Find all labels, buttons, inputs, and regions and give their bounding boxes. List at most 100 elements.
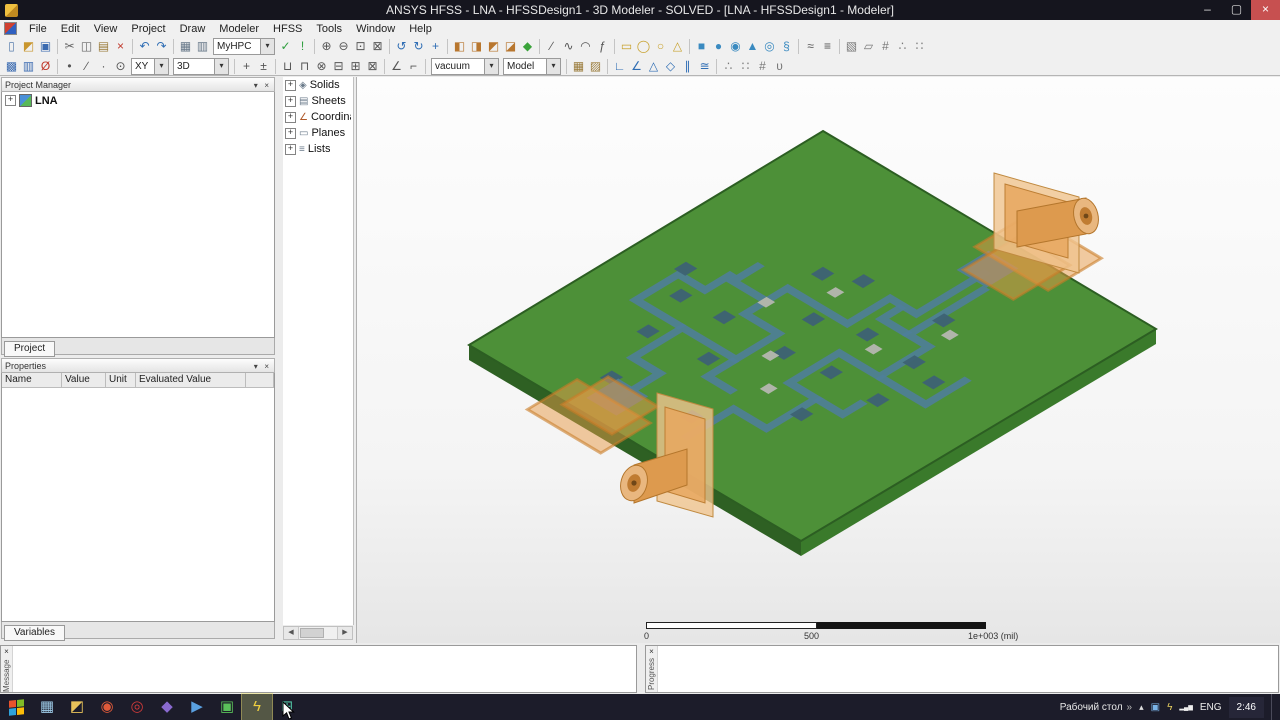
object-mode-combo[interactable]: Model ▾ xyxy=(503,58,561,75)
draw-rectangle-icon[interactable]: ▭ xyxy=(618,38,635,55)
snap-icon[interactable]: ∴ xyxy=(894,38,911,55)
browser-taskbar-icon[interactable]: ◎ xyxy=(122,694,152,720)
local-cs-icon[interactable]: ∟ xyxy=(611,58,628,75)
copy-icon[interactable]: ◫ xyxy=(78,38,95,55)
close-progress-icon[interactable]: × xyxy=(649,647,654,656)
menu-help[interactable]: Help xyxy=(402,22,439,36)
tab-variables[interactable]: Variables xyxy=(4,625,65,641)
column-unit[interactable]: Unit xyxy=(106,373,136,388)
grid-icon[interactable]: ∷ xyxy=(911,38,928,55)
orient-iso-icon[interactable]: ◆ xyxy=(519,38,536,55)
display-icon[interactable]: ▣ xyxy=(1151,702,1160,713)
thicken-sheet-icon[interactable]: ≡ xyxy=(819,38,836,55)
tree-item[interactable]: + ◈ Solids xyxy=(283,77,353,93)
menu-draw[interactable]: Draw xyxy=(173,22,213,36)
draw-helix-icon[interactable]: § xyxy=(778,38,795,55)
scroll-right-icon[interactable]: ▶ xyxy=(337,627,352,639)
menu-modeler[interactable]: Modeler xyxy=(212,22,266,36)
chrome-browser-taskbar-icon[interactable]: ◉ xyxy=(92,694,122,720)
global-cs-icon[interactable]: ∠ xyxy=(628,58,645,75)
dropdown-arrow-icon[interactable]: ▾ xyxy=(260,39,274,54)
draw-spline-icon[interactable]: ∿ xyxy=(560,38,577,55)
ruler-settings-icon[interactable]: # xyxy=(754,58,771,75)
select-face-icon[interactable]: • xyxy=(61,58,78,75)
surface-align-icon[interactable]: ≅ xyxy=(696,58,713,75)
delete-icon[interactable]: × xyxy=(112,38,129,55)
scrollbar-track[interactable] xyxy=(325,627,337,639)
orient-top-icon[interactable]: ◧ xyxy=(451,38,468,55)
material-combo[interactable]: vacuum ▾ xyxy=(431,58,499,75)
move-cs-icon[interactable]: + xyxy=(238,58,255,75)
edge-align-icon[interactable]: ∥ xyxy=(679,58,696,75)
plane-visibility-icon[interactable]: ▱ xyxy=(860,38,877,55)
menu-tools[interactable]: Tools xyxy=(309,22,349,36)
dropdown-arrow-icon[interactable]: ▾ xyxy=(154,59,168,74)
expand-icon[interactable]: + xyxy=(285,111,296,123)
dropdown-arrow-icon[interactable]: ▾ xyxy=(484,59,498,74)
task-view-taskbar-icon[interactable]: ▦ xyxy=(32,694,62,720)
analyze-all-icon[interactable]: ! xyxy=(294,38,311,55)
scrollbar-thumb[interactable] xyxy=(300,628,324,638)
measure-position-icon[interactable]: ∠ xyxy=(388,58,405,75)
snap-settings-icon[interactable]: ∴ xyxy=(720,58,737,75)
column-evaluated-value[interactable]: Evaluated Value xyxy=(136,373,246,388)
undo-icon[interactable]: ↶ xyxy=(136,38,153,55)
drawing-plane-combo[interactable]: XY ▾ xyxy=(131,58,169,75)
expand-icon[interactable]: + xyxy=(285,143,296,155)
panel-pin-icon[interactable]: ▾ xyxy=(252,81,260,90)
spin-view-icon[interactable]: ↻ xyxy=(410,38,427,55)
wireframe-display-icon[interactable]: ▥ xyxy=(20,58,37,75)
draw-line-icon[interactable]: ∕ xyxy=(543,38,560,55)
hidden-icons-chevron-icon[interactable]: ▴ xyxy=(1139,702,1144,713)
show-desktop-button[interactable] xyxy=(1271,694,1277,720)
start-button[interactable] xyxy=(0,694,32,720)
grid-display-icon[interactable]: ∷ xyxy=(737,58,754,75)
units-settings-icon[interactable]: υ xyxy=(771,58,788,75)
face-cs-icon[interactable]: △ xyxy=(645,58,662,75)
media-player-taskbar-icon[interactable]: ▶ xyxy=(182,694,212,720)
minimize-button[interactable]: – xyxy=(1193,0,1222,20)
intersect-icon[interactable]: ⊗ xyxy=(313,58,330,75)
network-icon[interactable]: ▂▄▆ xyxy=(1179,704,1192,711)
unite-icon[interactable]: ⊔ xyxy=(279,58,296,75)
history-tree-hscrollbar[interactable]: ◀ ▶ xyxy=(283,626,353,640)
tree-item[interactable]: + ▤ Sheets xyxy=(283,93,353,109)
orient-left-icon[interactable]: ◩ xyxy=(485,38,502,55)
child-window-icon[interactable] xyxy=(4,22,17,35)
fit-all-icon[interactable]: ⊠ xyxy=(369,38,386,55)
rotate-view-icon[interactable]: ↺ xyxy=(393,38,410,55)
desktop-toolbar[interactable]: Рабочий стол» xyxy=(1060,702,1132,713)
project-tree-root[interactable]: + LNA xyxy=(2,92,274,109)
clock[interactable]: 2:46 xyxy=(1228,696,1264,718)
draw-ellipse-icon[interactable]: ◯ xyxy=(635,38,652,55)
menu-project[interactable]: Project xyxy=(124,22,172,36)
boundary-display-icon[interactable]: ▧ xyxy=(843,38,860,55)
green-app-taskbar-icon[interactable]: ▣ xyxy=(212,694,242,720)
subtract-icon[interactable]: ⊓ xyxy=(296,58,313,75)
menu-view[interactable]: View xyxy=(87,22,125,36)
tree-item[interactable]: + ≡ Lists xyxy=(283,141,353,157)
zoom-window-icon[interactable]: ⊡ xyxy=(352,38,369,55)
orient-bottom-icon[interactable]: ◨ xyxy=(468,38,485,55)
language-indicator[interactable]: ENG xyxy=(1200,702,1222,713)
expand-icon[interactable]: + xyxy=(285,95,296,107)
close-message-manager-icon[interactable]: × xyxy=(4,647,9,656)
close-button[interactable]: × xyxy=(1251,0,1280,20)
pan-view-icon[interactable]: + xyxy=(427,38,444,55)
hpc-setting-combo[interactable]: MyHPC ▾ xyxy=(213,38,275,55)
transparency-icon[interactable]: ▨ xyxy=(587,58,604,75)
view-dimension-combo[interactable]: 3D ▾ xyxy=(173,58,229,75)
offset-cs-icon[interactable]: ± xyxy=(255,58,272,75)
scroll-left-icon[interactable]: ◀ xyxy=(284,627,299,639)
redo-icon[interactable]: ↷ xyxy=(153,38,170,55)
zoom-out-icon[interactable]: ⊖ xyxy=(335,38,352,55)
draw-cone-icon[interactable]: ▲ xyxy=(744,38,761,55)
print-icon[interactable]: ▦ xyxy=(177,38,194,55)
panel-close-icon[interactable]: × xyxy=(262,81,271,90)
tree-item[interactable]: +∠Coordinate Systems xyxy=(283,109,353,125)
menu-window[interactable]: Window xyxy=(349,22,402,36)
tree-item[interactable]: + ▭ Planes xyxy=(283,125,353,141)
menu-file[interactable]: File xyxy=(22,22,54,36)
duplicate-mirror-icon[interactable]: ⊞ xyxy=(347,58,364,75)
draw-equation-curve-icon[interactable]: ƒ xyxy=(594,38,611,55)
